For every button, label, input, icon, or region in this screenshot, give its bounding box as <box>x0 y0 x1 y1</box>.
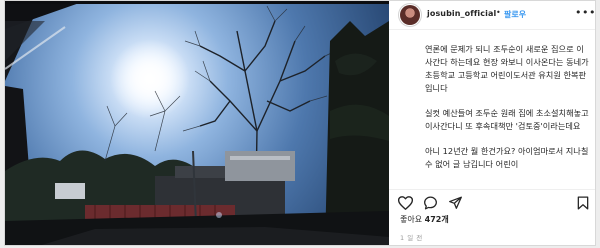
action-bar <box>389 189 595 214</box>
caption-paragraph: 연론에 문제가 되니 조두순이 새로운 집으로 이사간다 하는데요 현장 와보니… <box>425 44 589 93</box>
post-timestamp: 1 일 전 <box>400 234 423 242</box>
screenshot-frame: josubin_official • 팔로우 ••• 연론에 문제가 되니 조두… <box>0 0 600 248</box>
bookmark-icon[interactable] <box>577 196 589 210</box>
more-options-icon[interactable]: ••• <box>575 6 595 19</box>
likes-prefix: 좋아요 <box>400 215 423 224</box>
photo-scene <box>5 1 389 245</box>
instagram-post: josubin_official • 팔로우 ••• 연론에 문제가 되니 조두… <box>4 0 596 246</box>
post-header: josubin_official • 팔로우 ••• <box>389 1 595 30</box>
post-caption: 연론에 문제가 되니 조두순이 새로운 집으로 이사간다 하는데요 현장 와보니… <box>425 43 591 183</box>
heart-icon[interactable] <box>398 196 413 210</box>
follow-button[interactable]: 팔로우 <box>504 9 526 20</box>
likes-count[interactable]: 좋아요 472개 <box>400 214 449 225</box>
post-sidebar: josubin_official • 팔로우 ••• 연론에 문제가 되니 조두… <box>389 1 595 245</box>
separator-dot: • <box>496 8 501 17</box>
post-photo[interactable] <box>5 1 389 245</box>
username-link[interactable]: josubin_official <box>427 9 496 18</box>
comment-icon[interactable] <box>423 196 438 210</box>
paper-plane-icon[interactable] <box>448 196 463 210</box>
likes-number: 472개 <box>424 215 449 224</box>
avatar[interactable] <box>400 5 420 25</box>
caption-paragraph: 실컷 예산들여 조두순 원래 집에 초소설치해놓고 이사간다니 또 후속대책만 … <box>425 108 589 131</box>
caption-paragraph: 아니 12년간 뭘 한건가요? 아이엄마로서 지나칠 수 없어 글 남깁니다 어… <box>425 146 589 169</box>
